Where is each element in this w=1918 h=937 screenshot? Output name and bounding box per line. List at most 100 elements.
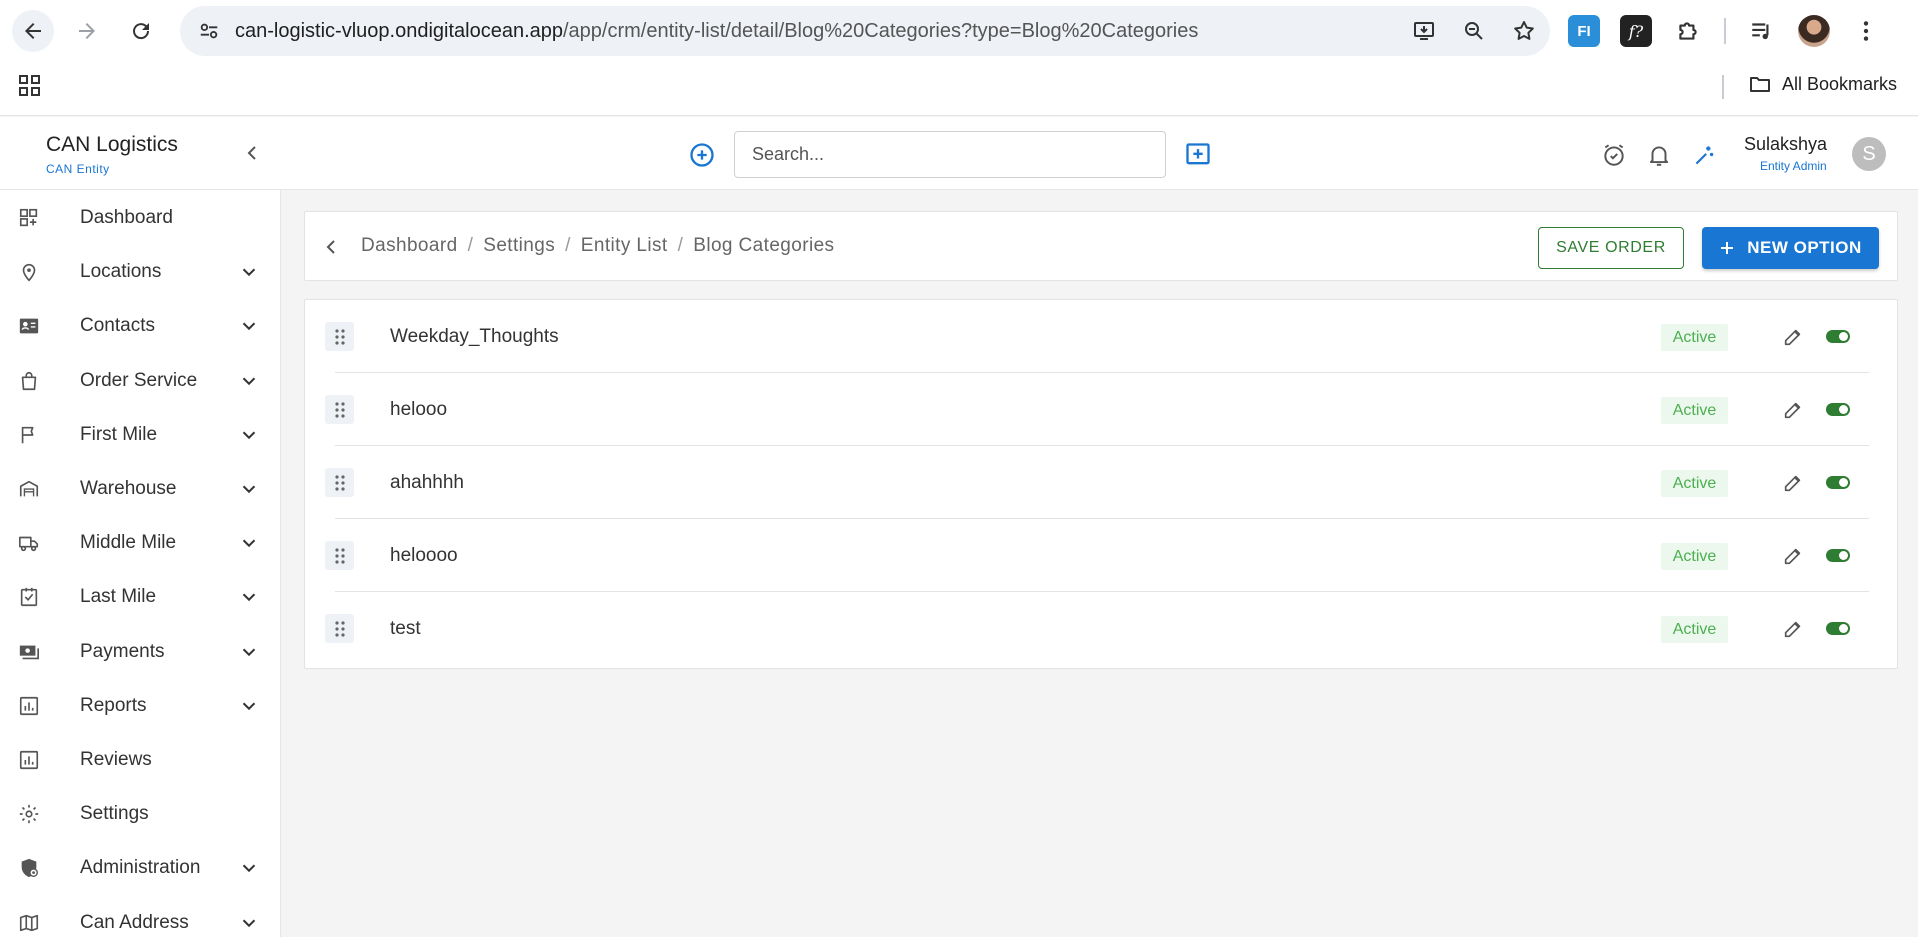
add-box-icon[interactable]: [1184, 141, 1212, 169]
breadcrumb-settings[interactable]: Settings: [483, 235, 555, 257]
chevron-down-icon[interactable]: [238, 370, 260, 392]
drag-handle-icon[interactable]: [325, 395, 354, 424]
alarm-icon[interactable]: [1601, 142, 1627, 168]
warehouse-icon: [19, 480, 39, 497]
active-toggle[interactable]: [1826, 622, 1850, 635]
chevron-down-icon[interactable]: [238, 912, 260, 934]
site-settings-icon[interactable]: [198, 20, 220, 42]
sidebar-item-dashboard[interactable]: Dashboard: [0, 191, 281, 245]
star-icon[interactable]: [1512, 19, 1536, 43]
chevron-down-icon[interactable]: [238, 532, 260, 554]
bookmarks-divider: [1722, 75, 1724, 99]
forward-button[interactable]: [66, 10, 108, 52]
active-toggle[interactable]: [1826, 330, 1850, 343]
bookmarks-bar: [0, 62, 1918, 116]
back-chevron-icon[interactable]: [319, 235, 343, 259]
edit-pencil-icon[interactable]: [1782, 545, 1804, 567]
collapse-sidebar-chevron-icon[interactable]: [240, 141, 264, 165]
sidebar-item-can-address[interactable]: Can Address: [0, 896, 281, 937]
edit-pencil-icon[interactable]: [1782, 618, 1804, 640]
install-app-icon[interactable]: [1412, 19, 1436, 43]
profile-avatar[interactable]: [1798, 15, 1830, 47]
reload-button[interactable]: [120, 10, 162, 52]
contact-card-icon: [19, 319, 39, 334]
new-option-button[interactable]: NEW OPTION: [1702, 227, 1879, 269]
dashboard-icon: [19, 208, 38, 227]
media-control-icon[interactable]: [1746, 15, 1778, 47]
address-bar[interactable]: can-logistic-vluop.ondigitalocean.app/ap…: [180, 6, 1550, 56]
sidebar-item-label: Reports: [80, 694, 147, 716]
chevron-down-icon[interactable]: [238, 478, 260, 500]
search-field[interactable]: [734, 131, 1166, 178]
chevron-down-icon[interactable]: [238, 586, 260, 608]
sidebar-item-payments[interactable]: Payments: [0, 625, 281, 679]
save-order-button[interactable]: SAVE ORDER: [1538, 227, 1684, 269]
breadcrumb: Dashboard / Settings / Entity List / Blo…: [361, 235, 834, 257]
extension-fi-icon[interactable]: FI: [1568, 15, 1600, 47]
active-toggle[interactable]: [1826, 476, 1850, 489]
edit-pencil-icon[interactable]: [1782, 399, 1804, 421]
drag-handle-icon[interactable]: [325, 541, 354, 570]
status-badge: Active: [1661, 397, 1728, 424]
folder-icon: [1750, 77, 1770, 92]
sidebar-item-reviews[interactable]: Reviews: [0, 733, 281, 787]
checklist-icon: [20, 588, 38, 607]
extensions-puzzle-icon[interactable]: [1672, 15, 1704, 47]
brand-subtitle: CAN Entity: [46, 162, 110, 176]
sidebar-item-label: Administration: [80, 857, 201, 879]
active-toggle[interactable]: [1826, 549, 1850, 562]
zoom-icon[interactable]: [1462, 19, 1486, 43]
sidebar-item-reports[interactable]: Reports: [0, 679, 281, 733]
edit-pencil-icon[interactable]: [1782, 472, 1804, 494]
apps-grid-icon[interactable]: [18, 74, 42, 98]
sidebar-item-order-service[interactable]: Order Service: [0, 354, 281, 408]
user-name: Sulakshya: [1744, 134, 1828, 154]
user-avatar[interactable]: S: [1852, 137, 1886, 171]
breadcrumb-separator: /: [677, 235, 684, 256]
option-label: heloooo: [390, 545, 458, 566]
chevron-down-icon[interactable]: [238, 857, 260, 879]
sidebar-item-administration[interactable]: Administration: [0, 841, 281, 895]
url-text: can-logistic-vluop.ondigitalocean.app/ap…: [235, 20, 1198, 43]
more-menu-icon[interactable]: [1850, 15, 1882, 47]
chevron-down-icon[interactable]: [238, 641, 260, 663]
sidebar-item-last-mile[interactable]: Last Mile: [0, 570, 281, 624]
chevron-down-icon[interactable]: [238, 695, 260, 717]
active-toggle[interactable]: [1826, 403, 1850, 416]
chevron-down-icon[interactable]: [238, 315, 260, 337]
edit-pencil-icon[interactable]: [1782, 326, 1804, 348]
option-label: Weekday_Thoughts: [390, 326, 559, 347]
list-item: Weekday_Thoughts Active: [305, 300, 1899, 373]
add-circle-icon[interactable]: [688, 141, 716, 169]
sidebar-item-locations[interactable]: Locations: [0, 245, 281, 299]
sidebar-item-warehouse[interactable]: Warehouse: [0, 462, 281, 516]
list-item: ahahhhh Active: [305, 446, 1899, 519]
bar-chart-icon: [19, 696, 39, 715]
sidebar-item-settings[interactable]: Settings: [0, 787, 281, 841]
status-badge: Active: [1661, 616, 1728, 643]
breadcrumb-entity-list[interactable]: Entity List: [581, 235, 668, 257]
chevron-down-icon[interactable]: [238, 424, 260, 446]
drag-handle-icon[interactable]: [325, 614, 354, 643]
new-option-label: NEW OPTION: [1747, 238, 1862, 257]
all-bookmarks-button[interactable]: All Bookmarks: [1748, 72, 1897, 96]
location-pin-icon: [22, 264, 36, 282]
search-input[interactable]: [735, 132, 1165, 177]
bell-icon[interactable]: [1646, 142, 1672, 168]
toolbar-divider: [1724, 18, 1726, 44]
sidebar-item-first-mile[interactable]: First Mile: [0, 408, 281, 462]
chevron-down-icon[interactable]: [238, 261, 260, 283]
extension-fx-icon[interactable]: f?: [1620, 15, 1652, 47]
gear-icon: [19, 805, 39, 824]
sidebar-item-label: Can Address: [80, 911, 189, 933]
back-button[interactable]: [12, 10, 54, 52]
status-badge: Active: [1661, 470, 1728, 497]
arrow-left-icon: [25, 23, 41, 39]
drag-handle-icon[interactable]: [325, 322, 354, 351]
sidebar-item-middle-mile[interactable]: Middle Mile: [0, 516, 281, 570]
magic-sparkle-icon[interactable]: [1691, 142, 1717, 168]
breadcrumb-dashboard[interactable]: Dashboard: [361, 235, 458, 257]
option-label: helooo: [390, 399, 448, 420]
sidebar-item-contacts[interactable]: Contacts: [0, 299, 281, 353]
drag-handle-icon[interactable]: [325, 468, 354, 497]
